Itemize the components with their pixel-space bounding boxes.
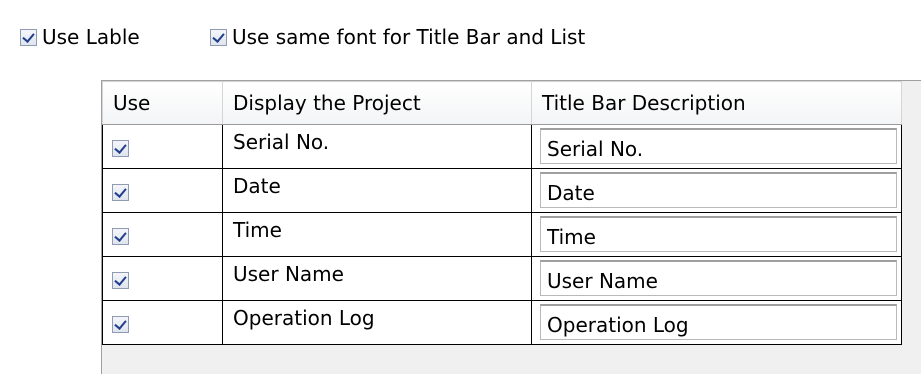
table-row: User Name	[102, 256, 902, 301]
column-header-description[interactable]: Title Bar Description	[531, 81, 902, 125]
project-cell: User Name	[222, 256, 532, 301]
column-header-project[interactable]: Display the Project	[222, 81, 532, 125]
row-use-checkbox[interactable]	[112, 272, 129, 289]
row-use-checkbox[interactable]	[112, 228, 129, 245]
row-use-checkbox[interactable]	[112, 140, 129, 157]
same-font-checkbox[interactable]	[210, 28, 227, 46]
project-cell: Operation Log	[222, 300, 532, 345]
description-cell	[531, 212, 902, 257]
table-row: Time	[102, 212, 902, 257]
description-input[interactable]	[540, 216, 897, 252]
use-cell	[102, 300, 223, 345]
table-row: Date	[102, 168, 902, 213]
description-cell	[531, 256, 902, 301]
same-font-option[interactable]: Use same font for Title Bar and List	[210, 22, 585, 52]
table-header-row: Use Display the Project Title Bar Descri…	[102, 81, 902, 125]
project-cell: Date	[222, 168, 532, 213]
row-use-checkbox[interactable]	[112, 316, 129, 333]
use-cell	[102, 124, 223, 169]
same-font-text: Use same font for Title Bar and List	[232, 25, 586, 49]
table-row: Serial No.	[102, 124, 902, 169]
project-cell: Time	[222, 212, 532, 257]
use-label-text: Use Lable	[42, 25, 140, 49]
use-cell	[102, 256, 223, 301]
display-items-table: Use Display the Project Title Bar Descri…	[102, 81, 902, 345]
description-cell	[531, 168, 902, 213]
use-label-checkbox[interactable]	[20, 28, 37, 46]
column-header-use[interactable]: Use	[102, 81, 223, 125]
use-cell	[102, 212, 223, 257]
project-cell: Serial No.	[222, 124, 532, 169]
description-input[interactable]	[540, 304, 897, 340]
table-row: Operation Log	[102, 300, 902, 345]
use-label-option[interactable]: Use Lable	[20, 22, 140, 52]
use-cell	[102, 168, 223, 213]
description-input[interactable]	[540, 260, 897, 296]
settings-panel: Use Lable Use same font for Title Bar an…	[0, 0, 922, 374]
description-input[interactable]	[540, 172, 897, 208]
display-items-grid: Use Display the Project Title Bar Descri…	[101, 80, 921, 374]
description-cell	[531, 300, 902, 345]
description-cell	[531, 124, 902, 169]
description-input[interactable]	[540, 128, 897, 164]
row-use-checkbox[interactable]	[112, 184, 129, 201]
